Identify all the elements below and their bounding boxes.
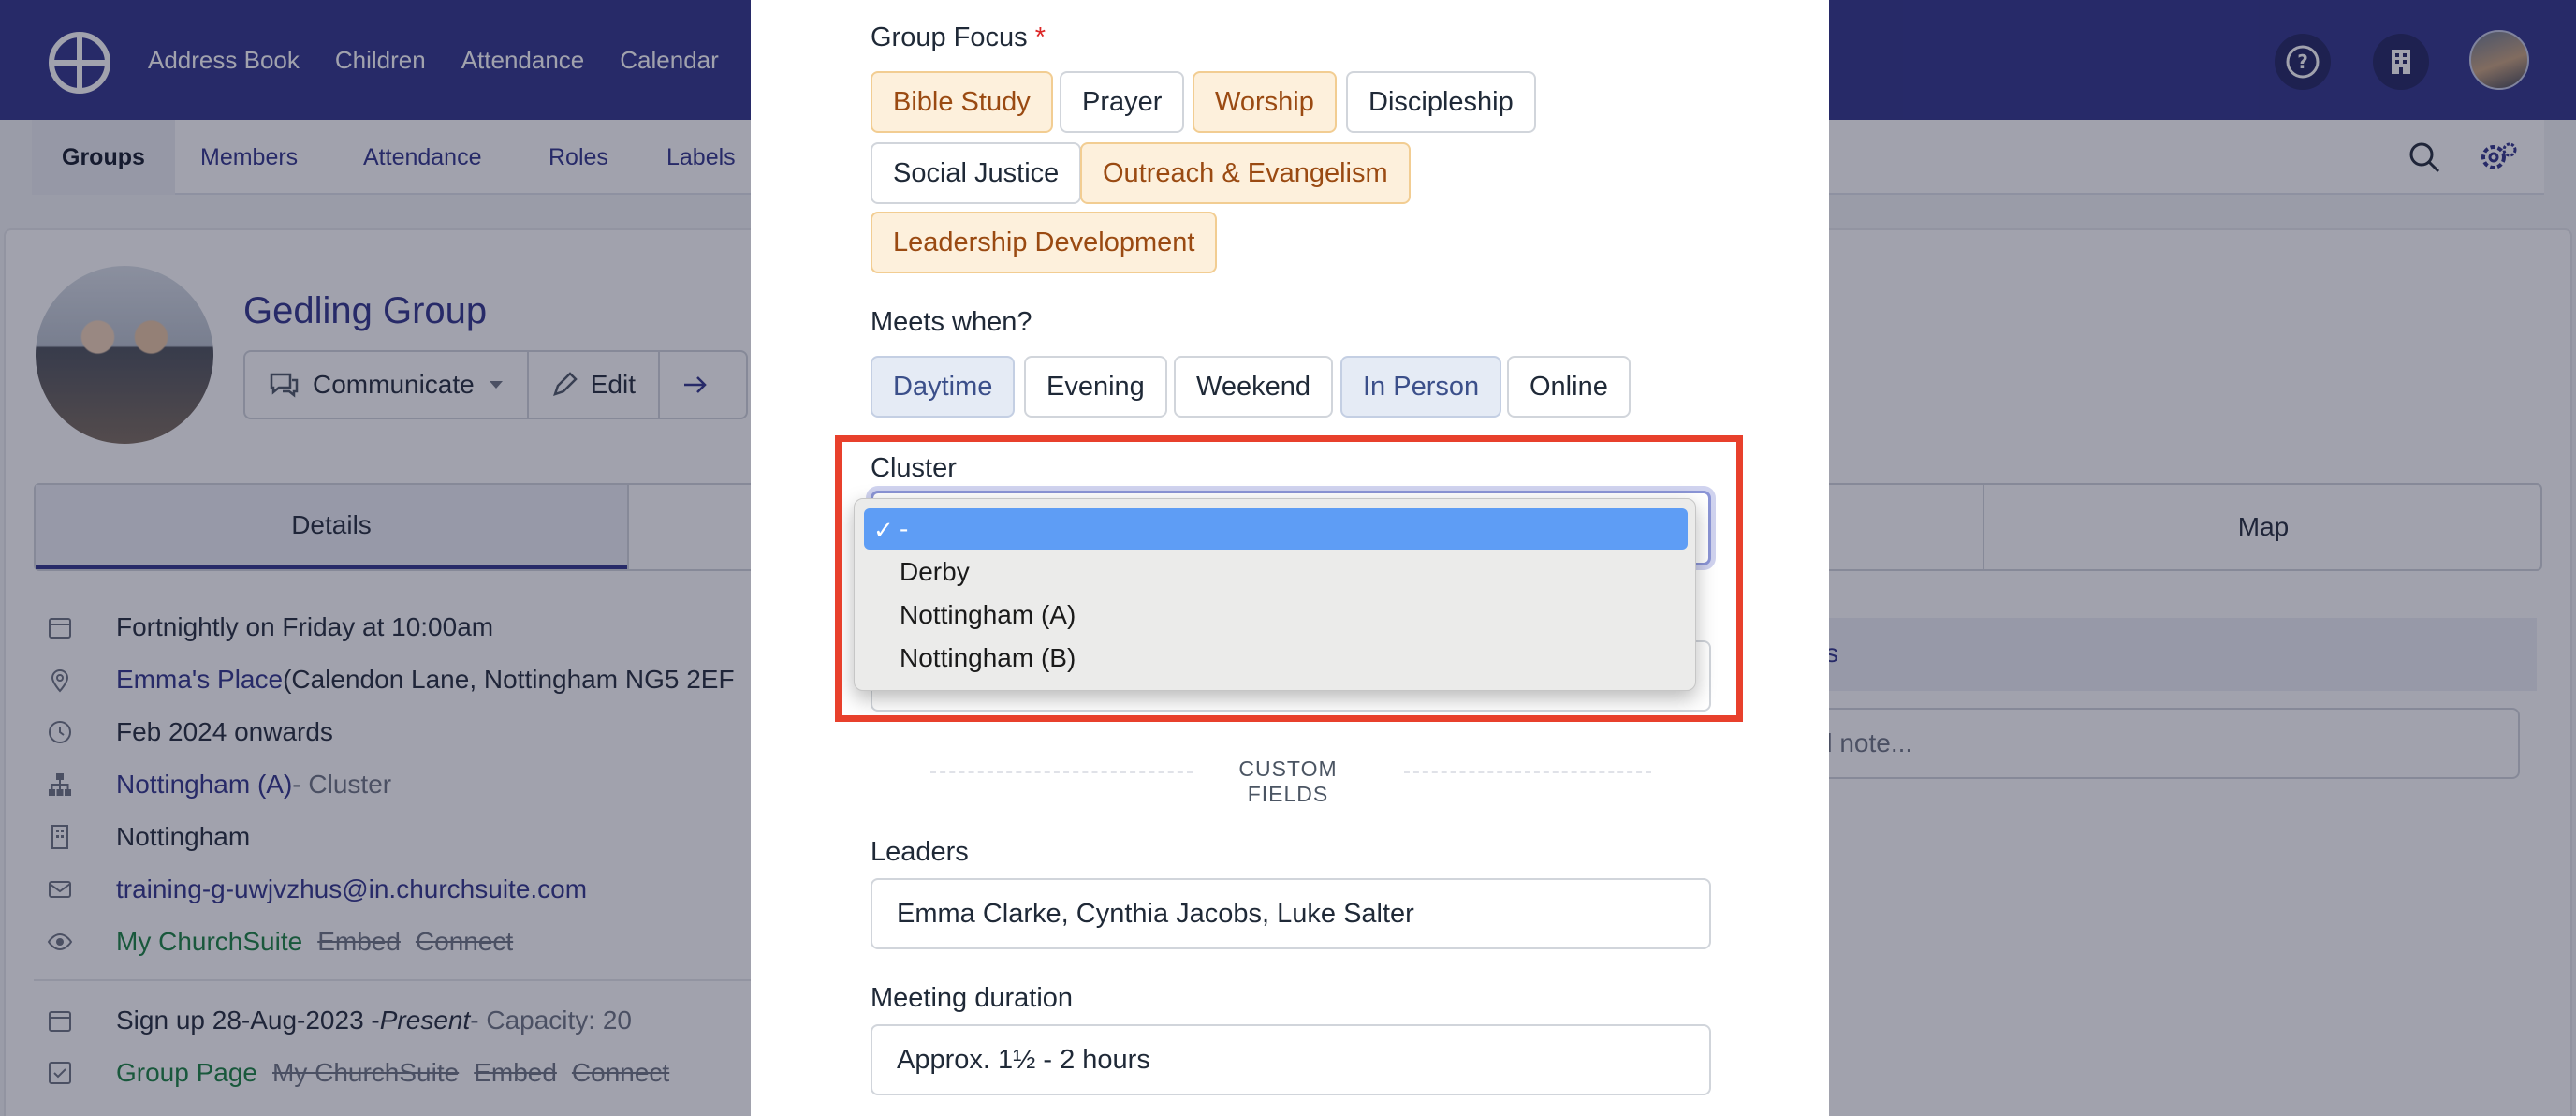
chip-online[interactable]: Online bbox=[1507, 356, 1631, 418]
custom-fields-divider-left bbox=[930, 771, 1193, 773]
chip-prayer[interactable]: Prayer bbox=[1060, 71, 1185, 133]
chip-outreach-evangelism[interactable]: Outreach & Evangelism bbox=[1080, 142, 1411, 204]
chip-in-person[interactable]: In Person bbox=[1340, 356, 1502, 418]
leaders-value: Emma Clarke, Cynthia Jacobs, Luke Salter bbox=[897, 899, 1414, 929]
chip-bible-study[interactable]: Bible Study bbox=[871, 71, 1053, 133]
custom-fields-divider-right bbox=[1404, 771, 1651, 773]
leaders-label: Leaders bbox=[871, 837, 969, 867]
chip-evening[interactable]: Evening bbox=[1024, 356, 1167, 418]
chip-worship[interactable]: Worship bbox=[1193, 71, 1337, 133]
leaders-field[interactable]: Emma Clarke, Cynthia Jacobs, Luke Salter bbox=[871, 878, 1711, 949]
meets-when-label: Meets when? bbox=[871, 307, 1032, 337]
meeting-duration-label: Meeting duration bbox=[871, 983, 1074, 1013]
chip-weekend[interactable]: Weekend bbox=[1174, 356, 1333, 418]
chip-leadership-development[interactable]: Leadership Development bbox=[871, 212, 1218, 273]
meeting-duration-field[interactable]: Approx. 1½ - 2 hours bbox=[871, 1024, 1711, 1095]
meeting-duration-value: Approx. 1½ - 2 hours bbox=[897, 1045, 1150, 1075]
custom-fields-heading: CUSTOM FIELDS bbox=[1238, 756, 1338, 806]
chip-discipleship[interactable]: Discipleship bbox=[1346, 71, 1536, 133]
group-focus-label: Group Focus * bbox=[871, 22, 1046, 53]
annotation-highlight-box bbox=[835, 435, 1743, 722]
chip-social-justice[interactable]: Social Justice bbox=[871, 142, 1082, 204]
required-asterisk: * bbox=[1034, 22, 1046, 52]
group-focus-label-text: Group Focus bbox=[871, 22, 1028, 52]
chip-daytime[interactable]: Daytime bbox=[871, 356, 1016, 418]
